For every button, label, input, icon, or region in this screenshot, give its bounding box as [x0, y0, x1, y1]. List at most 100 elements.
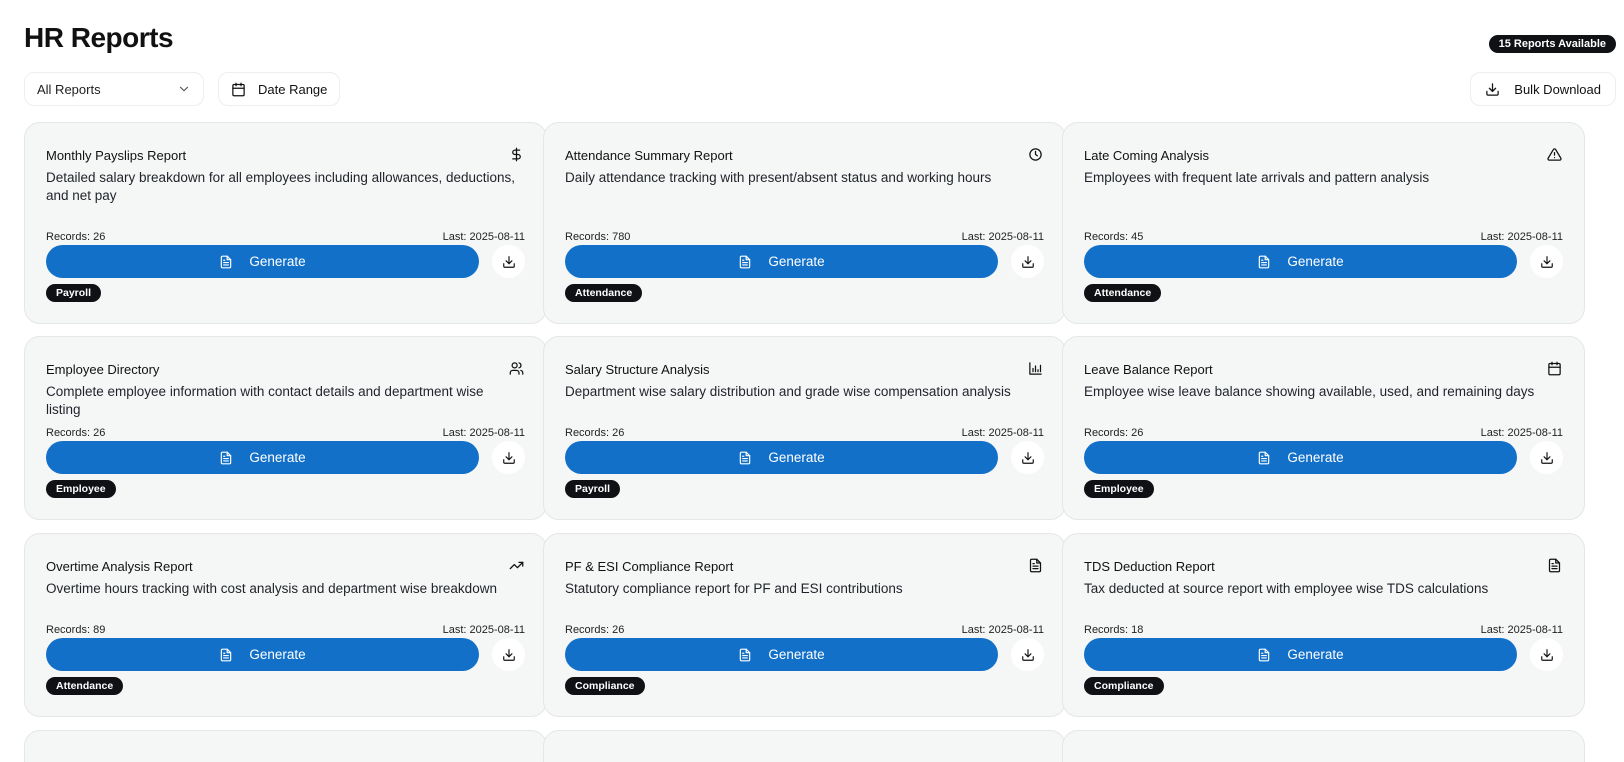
report-title: Employee Directory: [46, 362, 160, 377]
report-meta: Records: 18 Last: 2025-08-11: [1084, 624, 1563, 636]
report-title: Overtime Analysis Report: [46, 559, 193, 574]
report-title: Salary Structure Analysis: [565, 362, 710, 377]
records-count: Records: 26: [46, 231, 106, 243]
last-generated: Last: 2025-08-11: [961, 427, 1044, 439]
download-button[interactable]: [492, 638, 525, 671]
report-card-partial: [24, 730, 547, 762]
download-icon: [1021, 255, 1035, 269]
file-icon: [219, 648, 233, 662]
last-generated: Last: 2025-08-11: [961, 231, 1044, 243]
records-count: Records: 26: [565, 427, 625, 439]
download-button[interactable]: [1011, 441, 1044, 474]
generate-button[interactable]: Generate: [565, 441, 998, 474]
download-button[interactable]: [1011, 638, 1044, 671]
file-icon: [1257, 451, 1271, 465]
generate-label: Generate: [1287, 254, 1344, 269]
download-icon: [502, 451, 516, 465]
download-button[interactable]: [1530, 638, 1563, 671]
users-icon: [507, 359, 525, 377]
last-generated: Last: 2025-08-11: [1480, 231, 1563, 243]
page-title: HR Reports: [24, 22, 174, 53]
date-range-button[interactable]: Date Range: [218, 72, 341, 106]
report-title: Monthly Payslips Report: [46, 148, 187, 163]
file-icon: [1257, 648, 1271, 662]
file-icon: [1026, 556, 1044, 574]
report-card: Leave Balance Report Employee wise leave…: [1062, 336, 1585, 520]
last-generated: Last: 2025-08-11: [1480, 427, 1563, 439]
last-generated: Last: 2025-08-11: [442, 624, 525, 636]
last-generated: Last: 2025-08-11: [961, 624, 1044, 636]
records-count: Records: 780: [565, 231, 631, 243]
download-icon: [502, 255, 516, 269]
report-meta: Records: 89 Last: 2025-08-11: [46, 624, 525, 636]
download-icon: [1540, 451, 1554, 465]
report-description: Employee wise leave balance showing avai…: [1084, 384, 1535, 399]
generate-button[interactable]: Generate: [46, 245, 479, 278]
download-icon: [1540, 255, 1554, 269]
last-generated: Last: 2025-08-11: [442, 231, 525, 243]
report-card: PF & ESI Compliance Report Statutory com…: [543, 533, 1066, 717]
generate-label: Generate: [249, 647, 306, 662]
bulk-download-label: Bulk Download: [1514, 81, 1601, 97]
category-tag: Employee: [1084, 480, 1154, 498]
report-filter-select[interactable]: All Reports: [24, 72, 204, 106]
report-meta: Records: 26 Last: 2025-08-11: [46, 231, 525, 243]
download-icon: [1021, 648, 1035, 662]
generate-button[interactable]: Generate: [46, 638, 479, 671]
generate-button[interactable]: Generate: [1084, 638, 1517, 671]
generate-button[interactable]: Generate: [1084, 441, 1517, 474]
generate-button[interactable]: Generate: [1084, 245, 1517, 278]
records-count: Records: 26: [1084, 427, 1144, 439]
report-description: Department wise salary distribution and …: [565, 384, 1011, 399]
file-icon: [738, 255, 752, 269]
report-description: Complete employee information with conta…: [46, 384, 484, 417]
category-tag: Payroll: [565, 480, 621, 498]
report-meta: Records: 780 Last: 2025-08-11: [565, 231, 1044, 243]
warning-icon: [1545, 145, 1563, 163]
file-icon: [219, 255, 233, 269]
report-meta: Records: 45 Last: 2025-08-11: [1084, 231, 1563, 243]
generate-button[interactable]: Generate: [565, 638, 998, 671]
report-card: Attendance Summary Report Daily attendan…: [543, 122, 1066, 324]
report-title: Late Coming Analysis: [1084, 148, 1210, 163]
report-title: PF & ESI Compliance Report: [565, 559, 734, 574]
bar-chart-icon: [1026, 359, 1044, 377]
report-title: Attendance Summary Report: [565, 148, 733, 163]
generate-button[interactable]: Generate: [46, 441, 479, 474]
reports-count-badge: 15 Reports Available: [1488, 35, 1616, 53]
report-card-partial: [543, 730, 1066, 762]
records-count: Records: 18: [1084, 624, 1144, 636]
download-icon: [1540, 648, 1554, 662]
report-meta: Records: 26 Last: 2025-08-11: [46, 427, 525, 439]
report-description: Daily attendance tracking with present/a…: [565, 170, 992, 185]
download-button[interactable]: [492, 441, 525, 474]
download-button[interactable]: [1011, 245, 1044, 278]
clock-icon: [1026, 145, 1044, 163]
date-range-label: Date Range: [258, 81, 328, 97]
download-icon: [502, 648, 516, 662]
report-card: Overtime Analysis Report Overtime hours …: [24, 533, 547, 717]
file-icon: [738, 451, 752, 465]
category-tag: Attendance: [565, 284, 643, 302]
bulk-download-button[interactable]: Bulk Download: [1470, 72, 1616, 106]
generate-label: Generate: [1287, 647, 1344, 662]
trending-up-icon: [507, 556, 525, 574]
download-button[interactable]: [1530, 245, 1563, 278]
records-count: Records: 89: [46, 624, 106, 636]
report-description: Detailed salary breakdown for all employ…: [46, 170, 516, 203]
download-button[interactable]: [1530, 441, 1563, 474]
report-card: TDS Deduction Report Tax deducted at sou…: [1062, 533, 1585, 717]
generate-button[interactable]: Generate: [565, 245, 998, 278]
generate-label: Generate: [1287, 450, 1344, 465]
generate-label: Generate: [768, 647, 825, 662]
records-count: Records: 26: [565, 624, 625, 636]
download-button[interactable]: [492, 245, 525, 278]
report-title: Leave Balance Report: [1084, 362, 1213, 377]
category-tag: Attendance: [1084, 284, 1162, 302]
generate-label: Generate: [768, 450, 825, 465]
report-description: Statutory compliance report for PF and E…: [565, 581, 903, 596]
report-card: Salary Structure Analysis Department wis…: [543, 336, 1066, 520]
report-filter-value: All Reports: [37, 81, 101, 97]
calendar-icon: [1545, 359, 1563, 377]
category-tag: Payroll: [46, 284, 102, 302]
